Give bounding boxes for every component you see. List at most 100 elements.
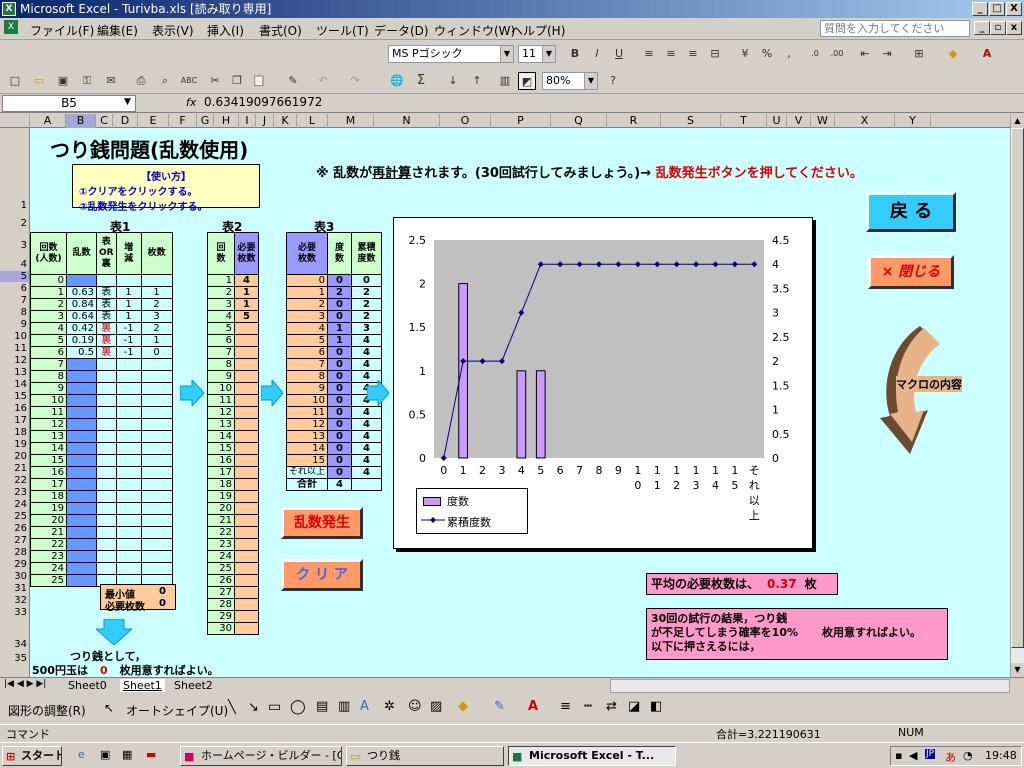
table-cell[interactable]: 23 [207,538,235,551]
table-cell[interactable] [140,418,173,431]
table-cell[interactable] [234,490,259,503]
underline-icon[interactable]: U [610,45,628,63]
table-header[interactable]: 乱数 [66,232,97,275]
table-cell[interactable] [234,514,259,527]
row-header[interactable]: 23 [0,487,29,498]
row-header[interactable]: 24 [0,499,29,510]
table-cell[interactable] [140,454,173,467]
table-cell[interactable]: 0 [327,454,353,467]
taskbar-excel[interactable]: ■ Microsoft Excel - T... [508,746,676,766]
horizontal-scrollbar[interactable] [610,679,1010,693]
table-cell[interactable] [66,274,97,287]
table-cell[interactable] [66,538,97,551]
table-cell[interactable]: 10 [207,382,235,395]
table-cell[interactable]: 3 [140,310,173,323]
increase-indent-icon[interactable]: ⇥ [878,45,896,63]
table-cell[interactable] [115,562,142,575]
column-header[interactable]: R [607,114,661,128]
table-cell[interactable] [115,370,142,383]
bold-icon[interactable]: B [566,45,584,63]
table-cell[interactable]: 表 [96,286,117,299]
table-cell[interactable] [66,442,97,455]
table-cell[interactable]: 28 [207,598,235,611]
table-cell[interactable]: 0 [327,466,353,479]
increase-decimal-icon[interactable]: .0 [806,45,824,63]
table-cell[interactable] [115,274,142,287]
table-cell[interactable]: 4 [351,442,383,455]
menu-file[interactable]: ファイル(F) [30,22,94,39]
table-cell[interactable]: 2 [207,286,235,299]
row-header[interactable]: 31 [0,583,29,594]
table-cell[interactable]: 0 [327,298,353,311]
table-cell[interactable]: 0.19 [66,334,97,347]
row-header[interactable]: 20 [0,451,29,462]
currency-icon[interactable]: ¥ [736,45,754,63]
column-header[interactable]: Y [895,114,931,128]
taskbar-folder[interactable]: ▭ つり銭 [346,746,504,766]
table-cell[interactable] [115,550,142,563]
hyperlink-icon[interactable]: 🌐 [388,72,406,90]
table-cell[interactable] [140,370,173,383]
row-header[interactable]: 22 [0,475,29,486]
tab-sheet1[interactable]: Sheet1 [120,679,165,692]
arrow-style-icon[interactable]: ⇄ [606,699,617,714]
paste-icon[interactable]: 📋 [250,72,268,90]
table-cell[interactable]: 4 [351,454,383,467]
table-cell[interactable] [140,502,173,515]
table-cell[interactable] [234,610,259,623]
font-size-select[interactable]: 11 ▼ [518,45,556,63]
table-cell[interactable] [115,358,142,371]
table-cell[interactable] [140,490,173,503]
table-cell[interactable] [140,478,173,491]
table-cell[interactable] [140,526,173,539]
table-cell[interactable]: 1 [115,298,142,311]
table-cell[interactable] [115,526,142,539]
app-icon[interactable]: ▬ [146,748,156,761]
table-cell[interactable] [115,418,142,431]
table-cell[interactable]: 0.42 [66,322,97,335]
table-cell[interactable]: 7 [207,346,235,359]
table-cell[interactable]: 30 [207,622,235,635]
table-cell[interactable] [140,442,173,455]
zoom-select[interactable]: 80% ▼ [542,72,598,90]
menu-insert[interactable]: 挿入(I) [207,22,244,39]
table-cell[interactable]: 0 [327,346,353,359]
ime-mode-icon[interactable]: あ [945,749,956,765]
table-cell[interactable]: 0.5 [66,346,97,359]
menu-edit[interactable]: 編集(E) [97,22,138,39]
table-cell[interactable] [66,526,97,539]
table-cell[interactable]: 16 [207,454,235,467]
chart-area[interactable]: 0 0.5 1 1.5 2 2.5 0 0.5 1 1.5 2 2.5 3 3.5 4 4.5 0 1 2 3 4 5 6 7… [393,217,813,549]
row-header[interactable]: 26 [0,523,29,534]
table-header[interactable]: 回数 (人数) [30,232,67,275]
table-cell[interactable]: 19 [207,490,235,503]
table-cell[interactable] [115,514,142,527]
align-right-icon[interactable]: ≡ [684,45,702,63]
table-cell[interactable] [96,466,117,479]
table-cell[interactable] [66,478,97,491]
row-header[interactable]: 15 [0,391,29,402]
fx-icon[interactable]: fx [186,96,196,109]
table-cell[interactable] [96,394,117,407]
select-all-corner[interactable] [0,114,30,128]
row-header[interactable]: 35 [0,653,29,664]
menu-format[interactable]: 書式(O) [259,22,302,39]
line-color-icon[interactable]: ✎ [494,699,505,714]
table-cell[interactable]: 6 [30,346,67,359]
table-cell[interactable]: 3 [207,298,235,311]
table-cell[interactable]: 24 [30,562,67,575]
table-cell[interactable] [66,358,97,371]
column-header[interactable]: C [96,114,113,128]
row-header[interactable]: 1 [0,200,29,211]
table-cell[interactable]: 0 [327,274,353,287]
tab-sheet0[interactable]: Sheet0 [68,679,107,692]
column-header[interactable]: K [274,114,297,128]
name-box-dropdown-icon[interactable]: ▼ [124,97,131,107]
row-header[interactable]: 6 [0,283,29,294]
table-cell[interactable]: 2 [140,322,173,335]
workbook-icon[interactable]: X [4,20,18,34]
line-style-icon[interactable]: ≡ [560,699,571,714]
table-cell[interactable]: 0.64 [66,310,97,323]
scroll-down-icon[interactable]: ▼ [1011,663,1024,677]
name-box[interactable]: B5 [2,95,136,112]
